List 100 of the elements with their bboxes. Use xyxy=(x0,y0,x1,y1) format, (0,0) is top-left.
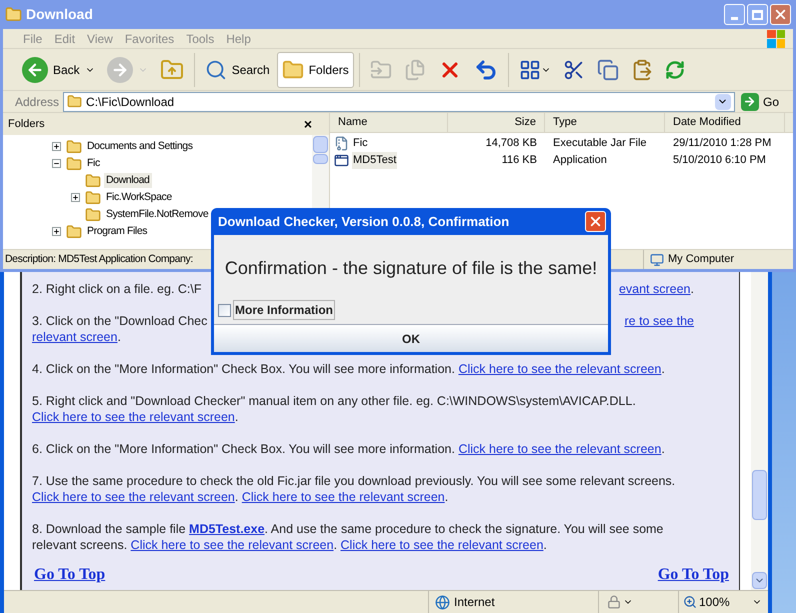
step-link[interactable]: Click here to see the relevant screen xyxy=(130,538,334,552)
tree-item[interactable]: Fic xyxy=(85,156,102,172)
tree-item[interactable]: Program Files xyxy=(85,224,150,240)
step-link[interactable]: Click here to see the relevant screen xyxy=(458,362,662,376)
column-header[interactable]: Type xyxy=(545,113,665,132)
pane-title: Folders xyxy=(8,116,45,132)
expand-toggle[interactable] xyxy=(52,142,60,151)
folder-icon xyxy=(85,190,101,206)
back-button[interactable]: Back xyxy=(17,52,100,88)
file-link[interactable]: MD5Test.exe xyxy=(189,522,265,536)
search-icon xyxy=(204,58,227,80)
dialog-message: Confirmation - the signature of file is the same! xyxy=(224,256,598,280)
address-label: Address xyxy=(15,94,60,110)
collapse-toggle[interactable] xyxy=(52,159,60,168)
address-field[interactable]: C:\Fic\Download xyxy=(63,92,735,112)
zoom-icon xyxy=(683,595,697,609)
plus-icon xyxy=(52,143,60,150)
folder-icon xyxy=(66,138,82,154)
arrow-right-icon xyxy=(743,95,756,108)
file-date: 29/11/2010 1:28 PM xyxy=(672,136,772,152)
folder-icon xyxy=(5,6,22,23)
plus-icon xyxy=(52,228,60,235)
step-link[interactable]: re to see the xyxy=(624,313,694,329)
close-pane-button[interactable]: × xyxy=(304,114,312,134)
windows-logo-icon xyxy=(767,30,785,48)
folder-icon xyxy=(66,224,82,240)
application-icon xyxy=(334,153,349,168)
tree-item[interactable]: SystemFile.NotRemove xyxy=(104,206,210,222)
step-text: 5. Right click and "Download Checker" manual item on any other file. eg. C:\WINDOWS\system\AVICAP.DLL. Click here to see the relevant screen. xyxy=(32,393,637,425)
step-text: . xyxy=(117,329,121,345)
step-text: 3. Click on the "Download Chec xyxy=(32,313,208,329)
refresh-icon xyxy=(664,60,685,80)
copy-icon xyxy=(596,58,619,80)
step-text: 6. Click on the "More Information" Check Box. You will see more information. Click here to see the relevant screen. xyxy=(32,441,666,457)
views-icon xyxy=(518,58,551,80)
zoom-level[interactable]: 100% xyxy=(699,593,730,611)
maximize-button[interactable] xyxy=(747,4,768,25)
ok-button[interactable]: OK xyxy=(214,324,608,352)
tree-item[interactable]: Download xyxy=(104,172,152,188)
scroll-down-button[interactable] xyxy=(752,572,767,589)
step-link[interactable]: Click here to see the relevant screen xyxy=(458,442,662,456)
folder-up-icon xyxy=(160,58,184,82)
step-link[interactable]: relevant screen xyxy=(32,329,118,345)
expand-toggle[interactable] xyxy=(52,227,60,236)
close-button[interactable] xyxy=(770,4,791,25)
undo-icon xyxy=(474,58,498,82)
scissors-icon xyxy=(562,58,585,80)
go-button[interactable]: Go xyxy=(738,92,781,110)
step-link[interactable]: Click here to see the relevant screen xyxy=(32,490,235,504)
checkbox[interactable] xyxy=(218,304,231,316)
status-text: Description: MD5Test Application Company: xyxy=(4,252,193,267)
minimize-button[interactable] xyxy=(724,4,745,25)
step-link[interactable]: evant screen xyxy=(618,281,691,297)
file-type: Executable Jar File xyxy=(552,136,648,152)
copy-to-icon xyxy=(404,58,426,80)
plus-icon xyxy=(72,194,78,201)
scrollbar[interactable] xyxy=(751,272,768,590)
column-header[interactable]: Name xyxy=(330,113,448,132)
location-label: My Computer xyxy=(668,252,734,268)
step-text: 8. Download the sample file MD5Test.exe. And use the same procedure to check the signature. You will see some relevant screens. Click here to see the relevant screen. Click here to see the relevant screen. xyxy=(32,521,664,553)
file-date: 5/10/2010 6:10 PM xyxy=(672,153,767,168)
scroll-thumb[interactable] xyxy=(752,470,767,520)
checkbox-label[interactable]: More Information xyxy=(233,300,335,320)
folder-icon xyxy=(85,206,101,222)
window-title: Download xyxy=(26,5,93,24)
folders-button[interactable]: Folders xyxy=(276,52,354,88)
lock-icon xyxy=(607,595,621,609)
expand-toggle[interactable] xyxy=(70,193,80,202)
tree-item[interactable]: Fic.WorkSpace xyxy=(104,190,174,206)
jar-file-icon xyxy=(334,136,349,151)
file-size: 14,708 KB xyxy=(484,136,538,152)
step-link[interactable]: Click here to see the relevant screen xyxy=(340,538,544,552)
globe-icon xyxy=(435,594,450,610)
file-name[interactable]: Fic xyxy=(352,135,369,152)
search-button[interactable]: Search xyxy=(200,52,275,88)
dialog-title: Download Checker, Version 0.0.8, Confirmation xyxy=(218,212,510,231)
close-icon xyxy=(773,7,788,22)
step-link[interactable]: Click here to see the relevant screen xyxy=(32,410,235,424)
tree-item[interactable]: Documents and Settings xyxy=(85,138,195,154)
step-text: 7. Use the same procedure to check the old Fic.jar file you download previously. You will see some relevant screens. Click here to see the relevant screen. Click here to see the relevant screen. xyxy=(32,473,676,505)
column-header[interactable]: Size xyxy=(448,113,545,132)
go-to-top-link[interactable]: Go To Top xyxy=(658,567,729,583)
file-type: Application xyxy=(552,153,608,168)
step-text: . xyxy=(690,281,694,297)
step-text: 4. Click on the "More Information" Check Box. You will see more information. Click here to see the relevant screen. xyxy=(32,361,666,377)
zone-label: Internet xyxy=(454,594,495,611)
close-icon xyxy=(588,214,603,229)
close-button[interactable] xyxy=(585,211,606,232)
file-size: 116 KB xyxy=(500,153,538,168)
folder-icon xyxy=(282,58,304,80)
go-to-top-link[interactable]: Go To Top xyxy=(34,567,106,583)
column-header[interactable]: Date Modified xyxy=(665,113,785,132)
folder-icon xyxy=(85,172,101,188)
computer-icon xyxy=(650,252,664,266)
file-name[interactable]: MD5Test xyxy=(352,152,398,169)
move-to-icon xyxy=(370,58,392,80)
folder-icon xyxy=(66,156,82,172)
step-link[interactable]: Click here to see the relevant screen xyxy=(242,490,445,504)
folder-icon xyxy=(67,94,82,109)
minus-icon xyxy=(52,160,60,167)
